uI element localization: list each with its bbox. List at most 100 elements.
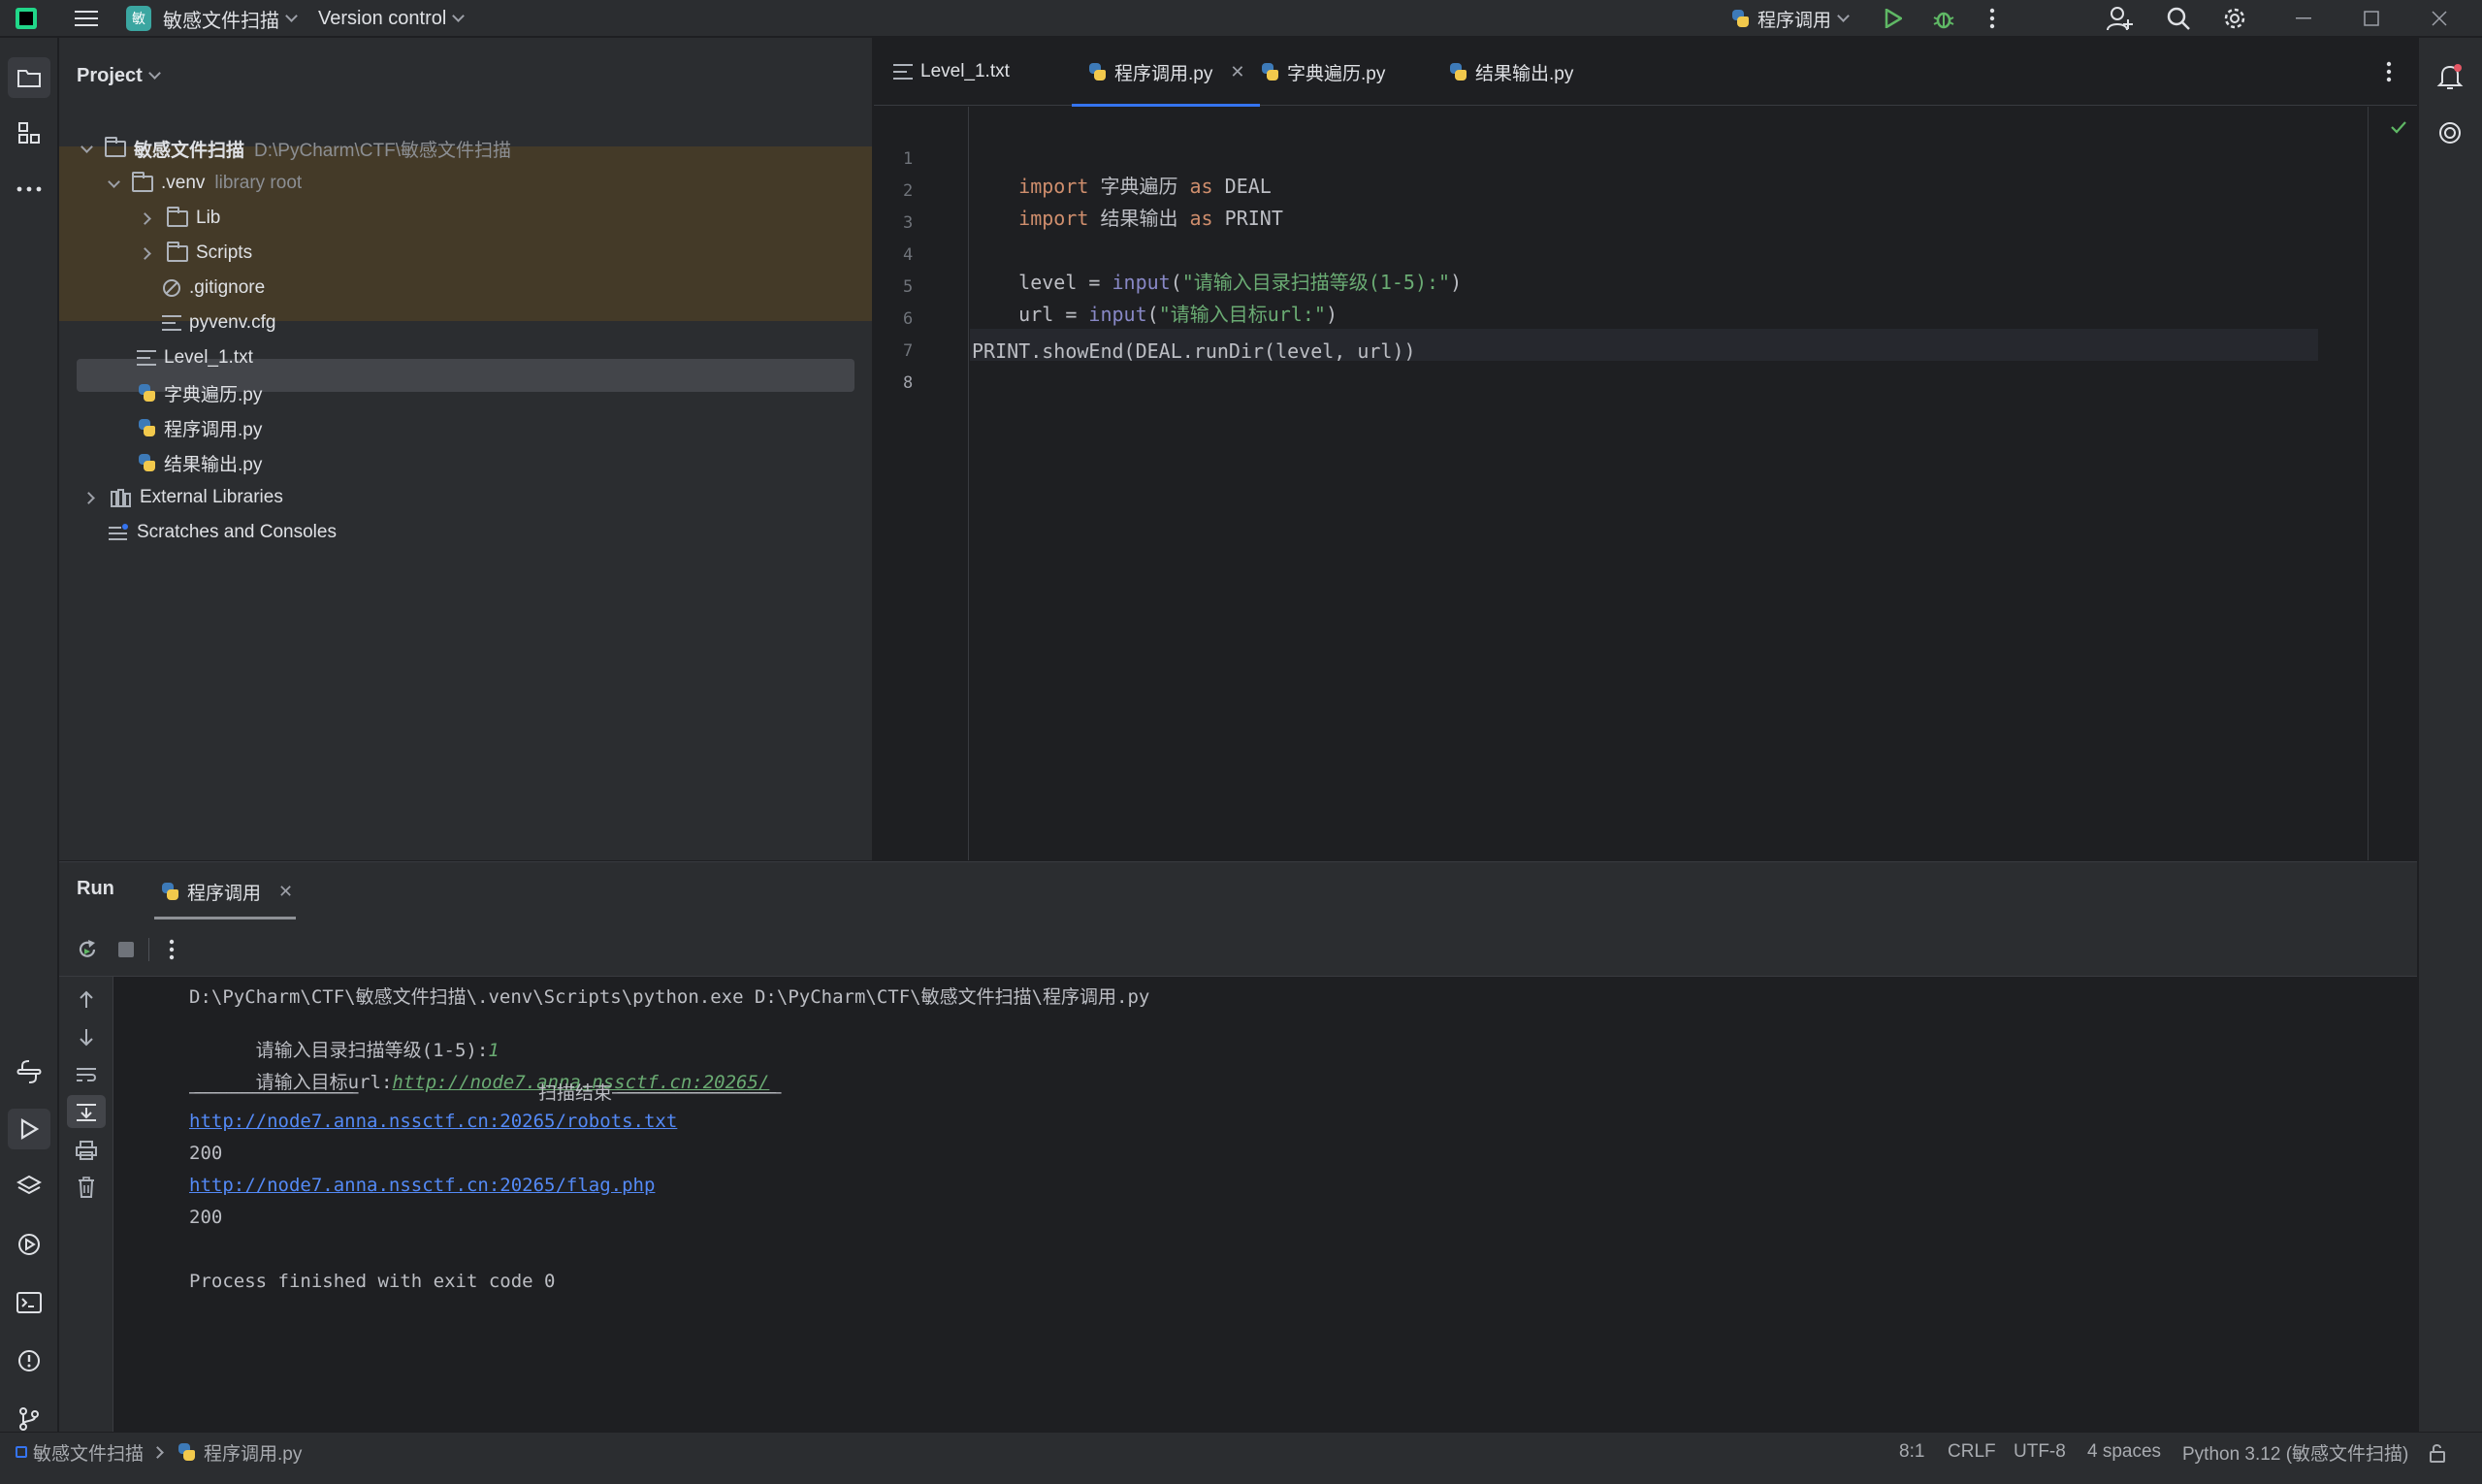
run-icon[interactable] <box>1880 6 1907 31</box>
chevron-down-icon <box>147 67 161 80</box>
code-builtin: input <box>1088 303 1147 326</box>
tree-item-pyvenv-cfg[interactable]: pyvenv.cfg <box>162 306 275 340</box>
result-link[interactable]: http://node7.anna.nssctf.cn:20265/flag.p… <box>189 1175 655 1196</box>
tab-output-py[interactable]: 结果输出.py <box>1448 38 1573 106</box>
folder-icon <box>167 241 188 262</box>
scratches-icon <box>108 523 129 542</box>
more-actions-icon[interactable] <box>1982 6 2002 31</box>
structure-icon[interactable] <box>8 113 50 152</box>
chevron-down-icon <box>452 9 466 22</box>
run-tab[interactable]: 程序调用 ✕ <box>154 862 299 920</box>
terminal-icon[interactable] <box>8 1283 50 1322</box>
maximize-window-icon[interactable] <box>2357 4 2386 33</box>
python-icon <box>1730 9 1750 28</box>
code-line-7[interactable]: PRINT.showEnd(DEAL.runDir(level, url)) <box>972 339 1416 363</box>
python-console-icon[interactable] <box>8 1052 50 1091</box>
chevron-right-icon <box>139 211 151 225</box>
problems-icon[interactable] <box>8 1341 50 1380</box>
minimize-window-icon[interactable] <box>2289 4 2318 33</box>
stop-icon[interactable] <box>112 936 141 963</box>
close-run-tab-icon[interactable]: ✕ <box>278 882 293 902</box>
result-status-code: 200 <box>189 1207 223 1228</box>
code-paren: ( <box>1146 303 1159 326</box>
tree-item-lib[interactable]: Lib <box>139 201 220 236</box>
tab-label: 字典遍历.py <box>1287 63 1386 84</box>
line-separator[interactable]: CRLF <box>1948 1433 1996 1471</box>
layers-icon[interactable] <box>8 1167 50 1206</box>
tree-item-dict-py[interactable]: 字典遍历.py <box>137 375 262 410</box>
services-icon[interactable] <box>8 1225 50 1264</box>
tree-item-label: 字典遍历.py <box>164 384 263 405</box>
tree-item-label: Scratches and Consoles <box>137 522 337 542</box>
toolbar-divider <box>148 938 149 961</box>
close-tab-icon[interactable]: ✕ <box>1230 62 1244 82</box>
tree-item-main-py[interactable]: 程序调用.py <box>137 410 262 445</box>
search-icon[interactable] <box>2163 4 2194 33</box>
tab-dict-py[interactable]: 字典遍历.py <box>1260 38 1385 106</box>
tree-item-output-py[interactable]: 结果输出.py <box>137 445 262 480</box>
notifications-bell-icon[interactable] <box>2429 57 2471 96</box>
project-panel-header[interactable]: Project <box>77 65 161 87</box>
folder-icon <box>105 136 126 157</box>
run-tool-icon[interactable] <box>8 1109 50 1149</box>
debug-icon[interactable] <box>1930 6 1957 31</box>
chevron-down-icon <box>285 9 298 22</box>
line-number: 4 <box>903 245 914 265</box>
python-interpreter[interactable]: Python 3.12 (敏感文件扫描) <box>2182 1433 2408 1471</box>
tree-item-path: D:\PyCharm\CTF\敏感文件扫描 <box>254 140 511 161</box>
run-more-icon[interactable] <box>162 936 181 963</box>
version-control-menu[interactable]: Version control <box>318 0 466 37</box>
scroll-to-end-icon[interactable] <box>67 1095 106 1128</box>
ai-assistant-icon[interactable] <box>2429 113 2471 152</box>
tree-item-scratches[interactable]: Scratches and Consoles <box>108 515 337 550</box>
tree-item-level-txt[interactable]: Level_1.txt <box>137 340 253 375</box>
caret-position[interactable]: 8:1 <box>1899 1433 1924 1471</box>
editor-scrollbar-track[interactable] <box>2368 107 2369 860</box>
main-menu-icon[interactable] <box>72 4 101 33</box>
console-output[interactable]: D:\PyCharm\CTF\敏感文件扫描\.venv\Scripts\pyth… <box>117 977 2417 1433</box>
breadcrumb-project[interactable]: 敏感文件扫描 <box>16 1433 144 1471</box>
tree-item-label: External Libraries <box>140 487 283 507</box>
run-tab-underline <box>154 917 296 919</box>
more-tools-icon[interactable] <box>8 170 50 209</box>
code-paren: ) <box>1450 271 1463 294</box>
editor-area: Level_1.txt 程序调用.py ✕ 字典遍历.py 结果输出.py 1 … <box>874 38 2417 860</box>
tab-level-txt[interactable]: Level_1.txt <box>893 38 1010 106</box>
tab-label: Level_1.txt <box>920 61 1010 81</box>
result-link[interactable]: http://node7.anna.nssctf.cn:20265/robots… <box>189 1111 677 1132</box>
scroll-up-arrow-icon[interactable] <box>71 984 102 1014</box>
tree-item-scripts[interactable]: Scripts <box>139 236 252 271</box>
scroll-down-arrow-icon[interactable] <box>71 1023 102 1052</box>
version-control-label: Version control <box>318 7 447 29</box>
tab-main-py[interactable]: 程序调用.py ✕ <box>1072 38 1261 107</box>
project-badge: 敏 <box>126 6 151 31</box>
title-bar: 敏 敏感文件扫描 Version control 程序调用 <box>0 0 2482 37</box>
file-encoding[interactable]: UTF-8 <box>2014 1433 2066 1471</box>
tree-item-project-root[interactable]: 敏感文件扫描 D:\PyCharm\CTF\敏感文件扫描 <box>81 131 511 166</box>
code-text: url = <box>1018 303 1089 326</box>
tree-item-venv[interactable]: .venv library root <box>108 166 302 201</box>
soft-wrap-icon[interactable] <box>71 1060 102 1089</box>
close-window-icon[interactable] <box>2425 4 2454 33</box>
python-file-icon <box>137 383 156 403</box>
no-problems-check-icon[interactable] <box>2387 115 2410 139</box>
text-file-icon <box>893 64 913 80</box>
pycharm-logo-icon[interactable] <box>16 8 37 29</box>
clear-trash-icon[interactable] <box>71 1173 102 1202</box>
run-config-selector[interactable]: 程序调用 <box>1730 0 1850 37</box>
chevron-right-icon <box>151 1445 164 1459</box>
indent-setting[interactable]: 4 spaces <box>2087 1433 2161 1471</box>
print-icon[interactable] <box>71 1136 102 1165</box>
breadcrumb-file[interactable]: 程序调用.py <box>177 1433 302 1471</box>
line-number-gutter: 1 2 3 4 5 6 7 8 <box>874 107 969 860</box>
project-folder-icon[interactable] <box>8 57 50 98</box>
settings-gear-icon[interactable] <box>2219 4 2250 33</box>
run-panel-title[interactable]: Run <box>77 878 114 900</box>
add-user-icon[interactable] <box>2105 4 2136 33</box>
rerun-icon[interactable] <box>73 936 102 963</box>
tab-options-icon[interactable] <box>2379 59 2399 84</box>
tree-item-gitignore[interactable]: .gitignore <box>162 271 265 306</box>
unlock-icon[interactable] <box>2425 1440 2450 1466</box>
project-switcher[interactable]: 敏 敏感文件扫描 <box>126 0 298 37</box>
tree-item-external-libraries[interactable]: External Libraries <box>82 480 283 515</box>
